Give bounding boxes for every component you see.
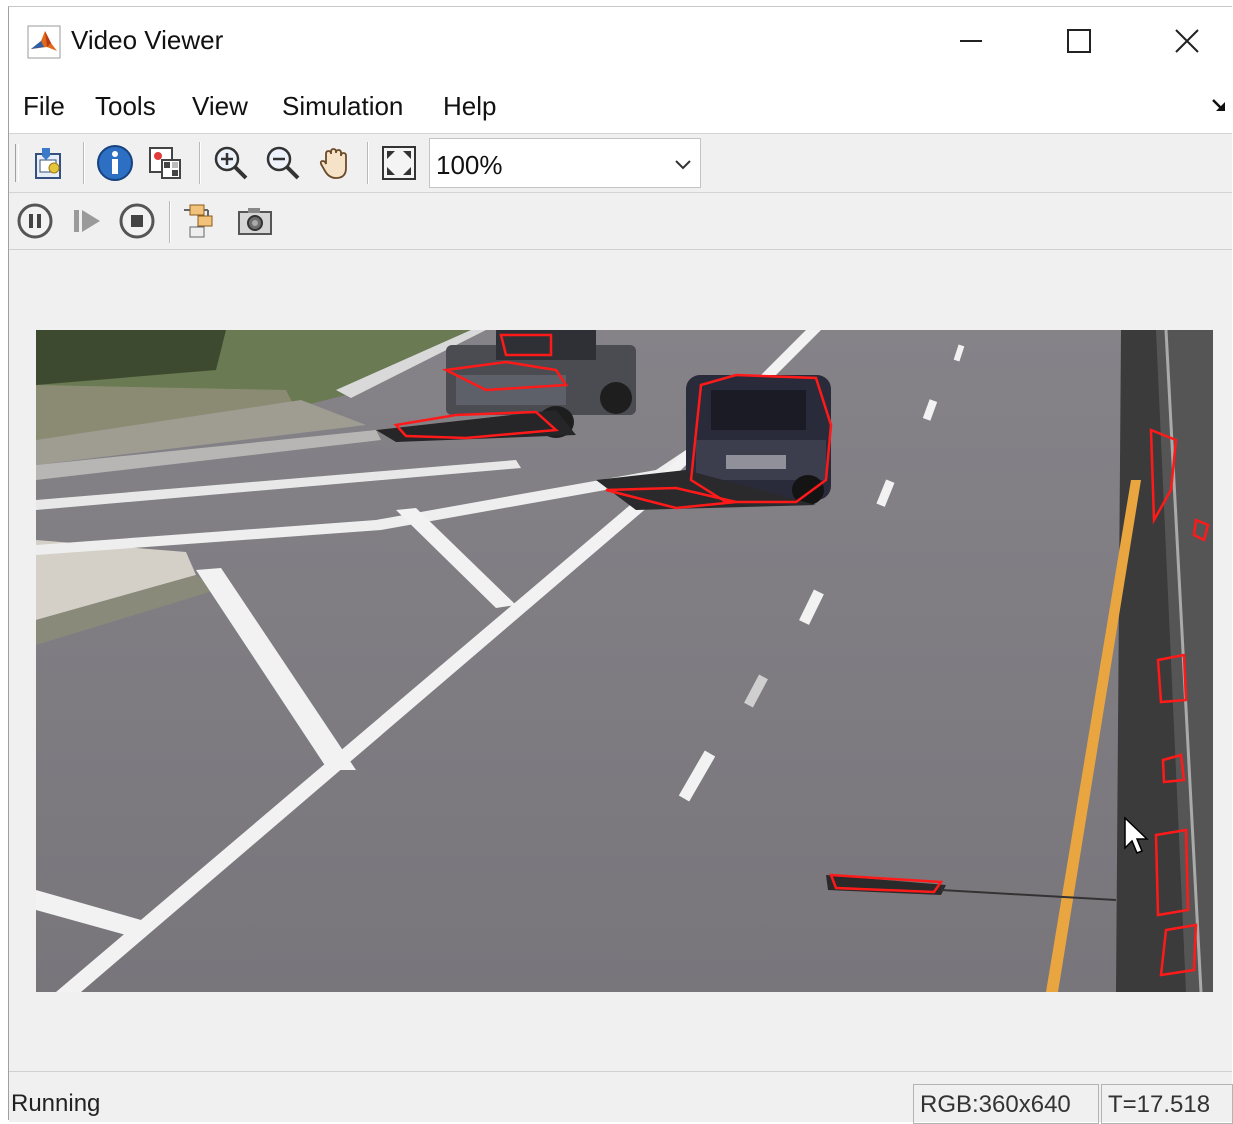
zoom-out-button[interactable] <box>261 141 305 185</box>
close-icon <box>1175 29 1199 53</box>
stop-button[interactable] <box>115 199 159 243</box>
menu-view[interactable]: View <box>192 91 248 122</box>
title-bar: Video Viewer <box>9 7 1232 75</box>
fit-to-window-button[interactable] <box>377 141 421 185</box>
print-to-figure-icon <box>35 148 61 179</box>
video-viewer-window: Video Viewer File Tools View Simulation … <box>8 6 1233 1124</box>
snapshot-button[interactable] <box>233 199 277 243</box>
playback-toolbar <box>9 193 1232 250</box>
zoom-in-icon <box>214 146 248 180</box>
main-toolbar: 100% <box>9 134 1232 193</box>
menu-help[interactable]: Help <box>443 91 496 122</box>
minimize-icon <box>960 40 982 42</box>
print-to-figure-button[interactable] <box>27 141 71 185</box>
zoom-level-select[interactable]: 100% <box>429 138 701 188</box>
undock-arrow-icon[interactable] <box>1210 97 1228 115</box>
step-forward-icon <box>74 210 100 232</box>
video-frame[interactable] <box>36 330 1213 992</box>
menu-bar: File Tools View Simulation Help <box>9 75 1232 134</box>
info-button[interactable] <box>93 141 137 185</box>
chevron-down-icon <box>675 160 691 170</box>
time-readout: T=17.518 <box>1101 1084 1233 1124</box>
window-title: Video Viewer <box>71 25 224 55</box>
zoom-level-value: 100% <box>436 150 503 180</box>
maximize-button[interactable] <box>1025 7 1133 75</box>
pixel-region-button[interactable] <box>143 141 187 185</box>
menu-file[interactable]: File <box>23 91 65 122</box>
snapshot-camera-icon <box>238 208 272 235</box>
toolbar-grip[interactable] <box>15 144 19 182</box>
toolbar-separator <box>169 201 171 243</box>
highlight-simulink-signal-icon <box>184 204 213 238</box>
stop-icon <box>119 203 155 239</box>
menu-simulation[interactable]: Simulation <box>282 91 403 122</box>
pause-button[interactable] <box>13 199 57 243</box>
simulation-status: Running <box>11 1090 101 1117</box>
pixel-region-icon <box>149 147 181 179</box>
mouse-cursor-icon <box>1124 816 1149 854</box>
menu-tools[interactable]: Tools <box>95 91 156 122</box>
fit-to-window-icon <box>382 146 416 180</box>
minimize-button[interactable] <box>917 7 1025 75</box>
info-icon <box>97 145 133 181</box>
matlab-logo-icon <box>27 25 61 59</box>
toolbar-separator <box>199 142 201 184</box>
toolbar-separator <box>367 142 369 184</box>
toolbar-separator <box>83 142 85 184</box>
pan-hand-icon <box>319 148 347 179</box>
highlight-signal-button[interactable] <box>179 199 223 243</box>
close-button[interactable] <box>1133 7 1233 75</box>
maximize-icon <box>1067 29 1091 53</box>
pan-button[interactable] <box>313 141 357 185</box>
resolution-readout: RGB:360x640 <box>913 1084 1099 1124</box>
zoom-in-button[interactable] <box>209 141 253 185</box>
status-bar: Running RGB:360x640 T=17.518 <box>9 1071 1233 1124</box>
zoom-out-icon <box>266 146 300 180</box>
step-forward-button[interactable] <box>65 199 109 243</box>
video-viewport[interactable] <box>9 250 1232 1070</box>
pause-icon <box>17 203 53 239</box>
